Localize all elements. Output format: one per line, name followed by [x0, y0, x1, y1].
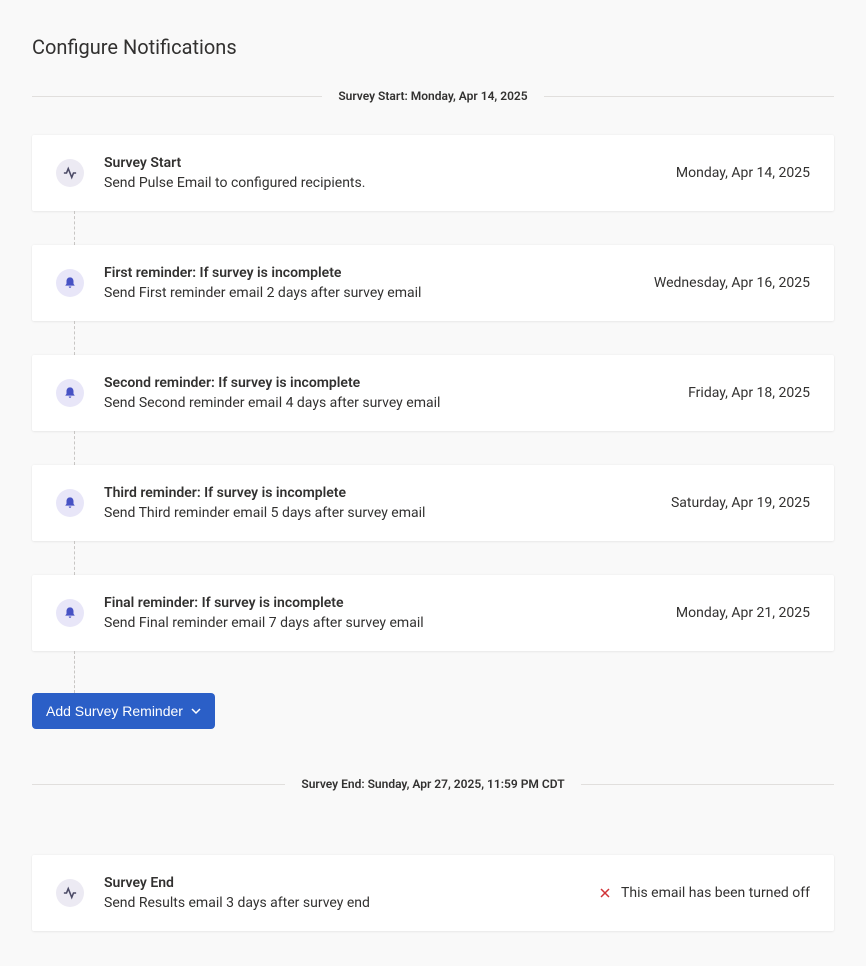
bell-icon	[56, 599, 84, 627]
card-content: Third reminder: If survey is incomplete …	[104, 485, 651, 521]
pulse-icon	[56, 159, 84, 187]
add-button-label: Add Survey Reminder	[46, 703, 183, 719]
second-reminder-card[interactable]: Second reminder: If survey is incomplete…	[32, 355, 834, 431]
survey-start-label: Survey Start: Monday, Apr 14, 2025	[322, 89, 543, 103]
divider-line-right	[544, 96, 834, 97]
card-title: Survey Start	[104, 155, 656, 171]
card-content: Final reminder: If survey is incomplete …	[104, 595, 656, 631]
card-description: Send Pulse Email to configured recipient…	[104, 175, 656, 191]
first-reminder-card[interactable]: First reminder: If survey is incomplete …	[32, 245, 834, 321]
divider-line-left	[32, 784, 285, 785]
bell-icon	[56, 379, 84, 407]
card-title: Survey End	[104, 875, 579, 891]
card-date: Wednesday, Apr 16, 2025	[654, 275, 810, 291]
card-date: Monday, Apr 14, 2025	[676, 165, 810, 181]
survey-end-divider: Survey End: Sunday, Apr 27, 2025, 11:59 …	[32, 777, 834, 791]
survey-start-card[interactable]: Survey Start Send Pulse Email to configu…	[32, 135, 834, 211]
third-reminder-card[interactable]: Third reminder: If survey is incomplete …	[32, 465, 834, 541]
bell-icon	[56, 269, 84, 297]
survey-end-label: Survey End: Sunday, Apr 27, 2025, 11:59 …	[285, 777, 580, 791]
divider-line-left	[32, 96, 322, 97]
card-description: Send Third reminder email 5 days after s…	[104, 505, 651, 521]
connector	[32, 541, 834, 575]
card-title: Third reminder: If survey is incomplete	[104, 485, 651, 501]
card-title: Final reminder: If survey is incomplete	[104, 595, 656, 611]
email-off-status: This email has been turned off	[599, 885, 810, 901]
card-date: Monday, Apr 21, 2025	[676, 605, 810, 621]
bell-icon	[56, 489, 84, 517]
add-survey-reminder-button[interactable]: Add Survey Reminder	[32, 693, 215, 729]
close-icon	[599, 887, 611, 899]
connector	[32, 211, 834, 245]
card-date: Saturday, Apr 19, 2025	[671, 495, 810, 511]
chevron-down-icon	[191, 706, 201, 716]
card-content: Second reminder: If survey is incomplete…	[104, 375, 668, 411]
card-title: First reminder: If survey is incomplete	[104, 265, 634, 281]
card-date: Friday, Apr 18, 2025	[688, 385, 810, 401]
connector	[32, 321, 834, 355]
pulse-icon	[56, 879, 84, 907]
connector	[32, 651, 834, 693]
divider-line-right	[581, 784, 834, 785]
card-content: First reminder: If survey is incomplete …	[104, 265, 634, 301]
status-text: This email has been turned off	[621, 885, 810, 901]
card-title: Second reminder: If survey is incomplete	[104, 375, 668, 391]
survey-start-divider: Survey Start: Monday, Apr 14, 2025	[32, 89, 834, 103]
card-description: Send Second reminder email 4 days after …	[104, 395, 668, 411]
notification-timeline: Survey Start Send Pulse Email to configu…	[32, 135, 834, 729]
card-description: Send Final reminder email 7 days after s…	[104, 615, 656, 631]
connector	[32, 431, 834, 465]
card-content: Survey Start Send Pulse Email to configu…	[104, 155, 656, 191]
card-description: Send First reminder email 2 days after s…	[104, 285, 634, 301]
card-description: Send Results email 3 days after survey e…	[104, 895, 579, 911]
card-content: Survey End Send Results email 3 days aft…	[104, 875, 579, 911]
final-reminder-card[interactable]: Final reminder: If survey is incomplete …	[32, 575, 834, 651]
page-title: Configure Notifications	[32, 35, 834, 59]
survey-end-card[interactable]: Survey End Send Results email 3 days aft…	[32, 855, 834, 931]
